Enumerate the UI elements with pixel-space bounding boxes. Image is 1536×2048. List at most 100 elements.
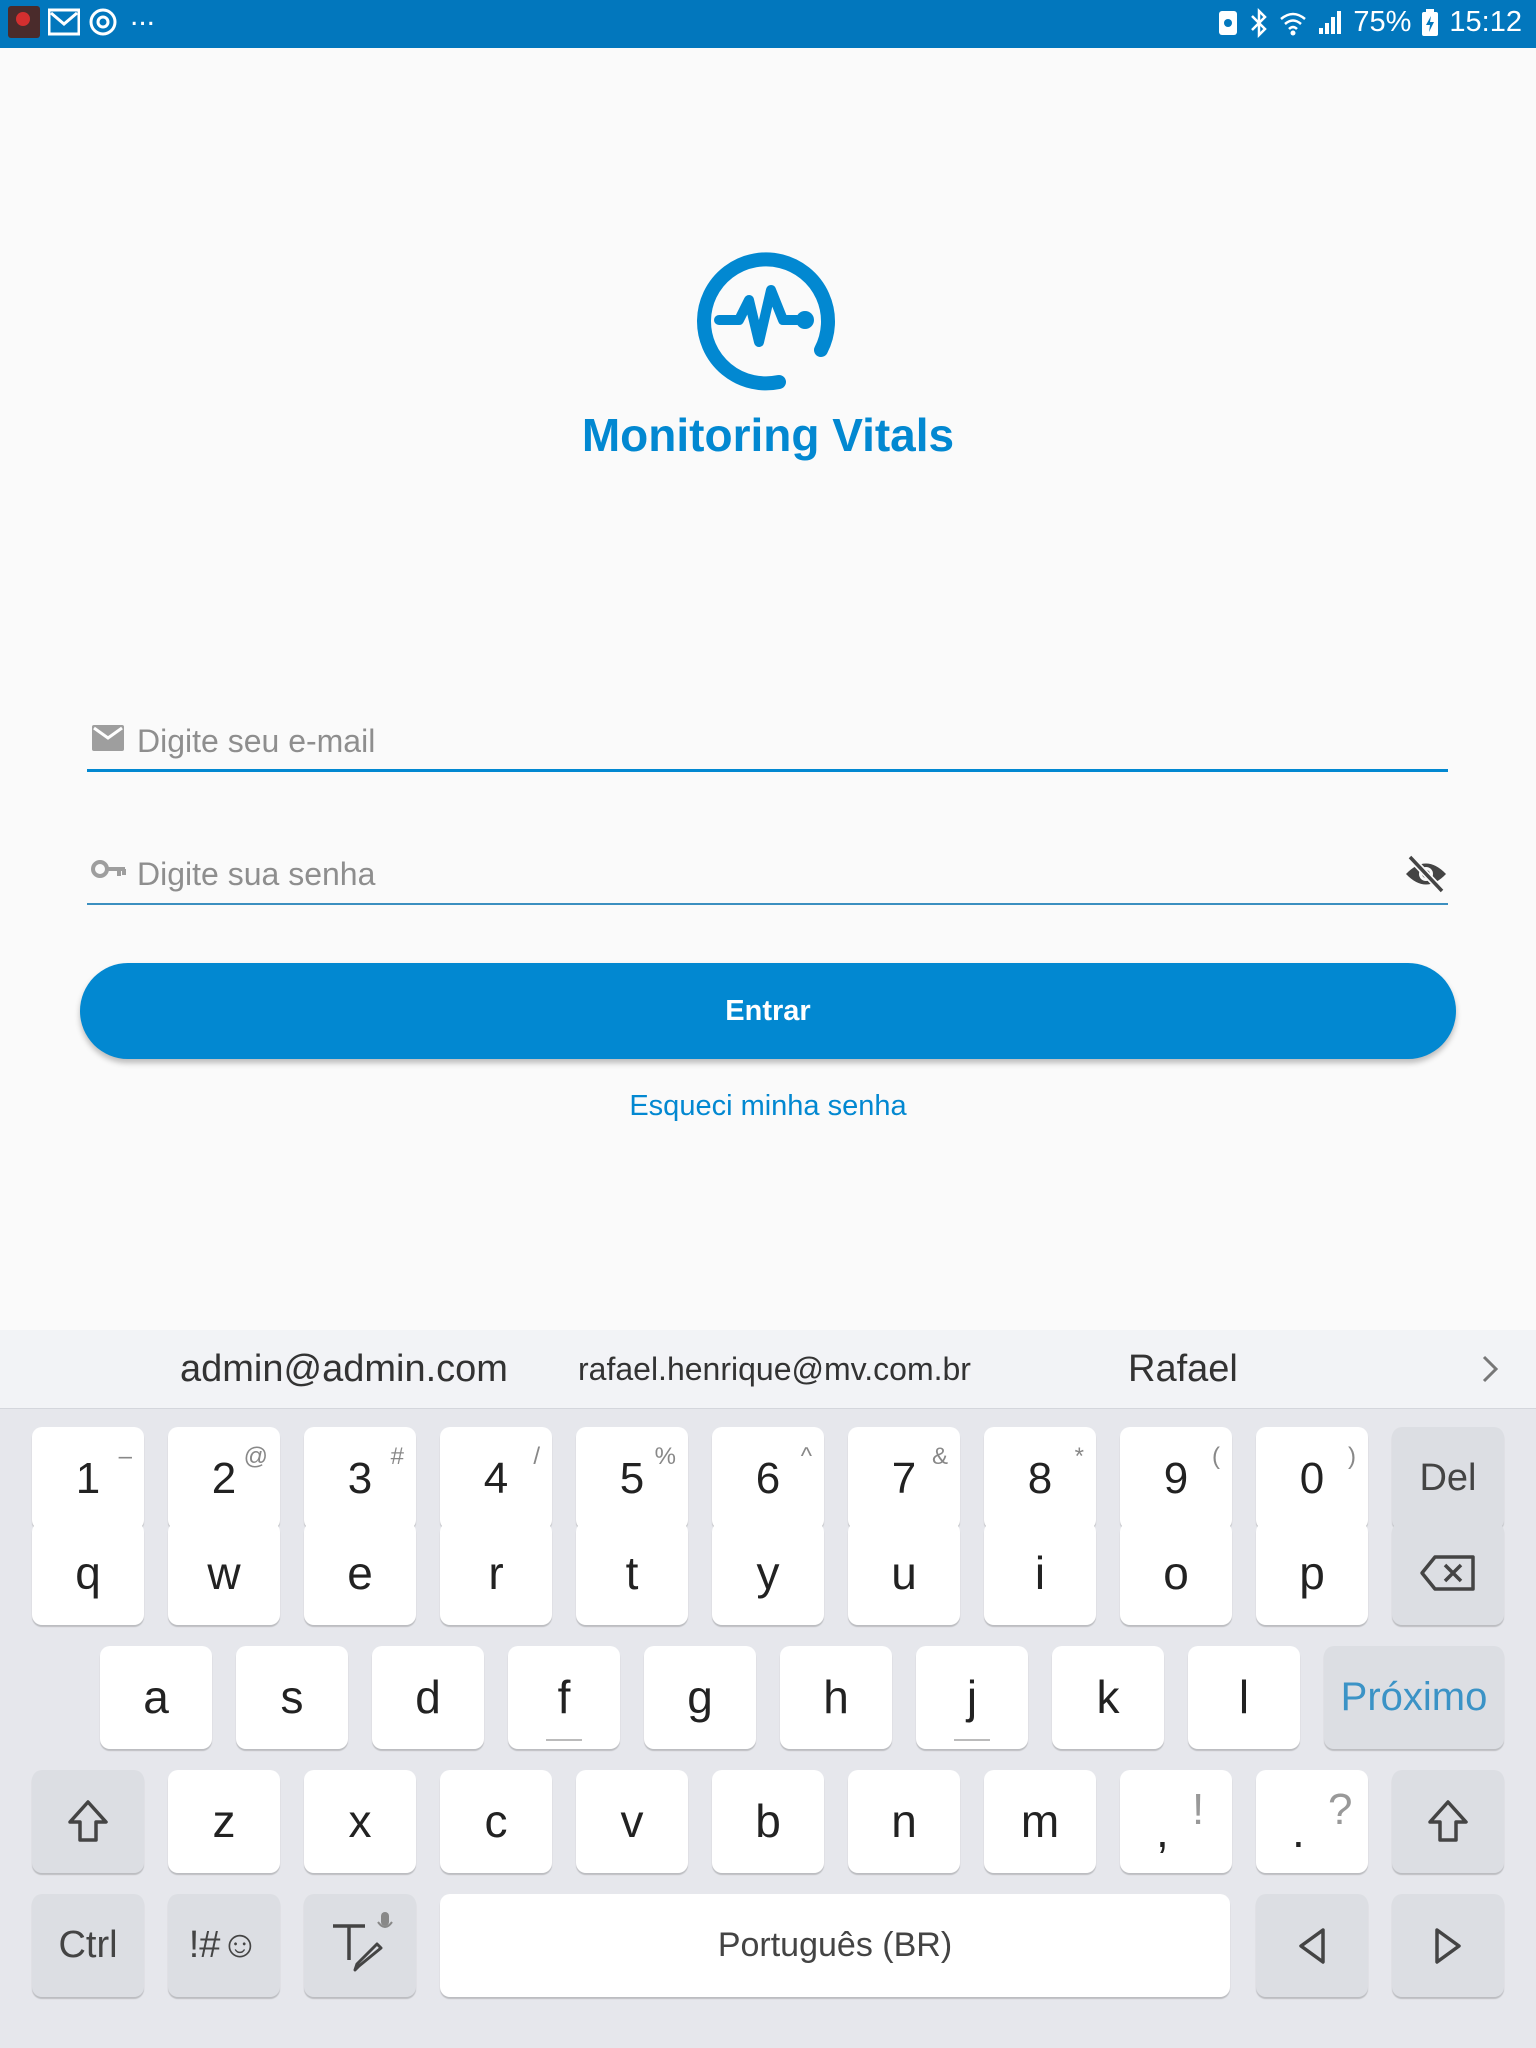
- cursor-right-key[interactable]: [1392, 1894, 1504, 1997]
- key-1[interactable]: 1–: [32, 1427, 144, 1530]
- key-v[interactable]: v: [576, 1770, 688, 1873]
- key-3[interactable]: 3 #: [304, 1427, 416, 1530]
- gmail-icon: [48, 8, 80, 36]
- vitals-logo-icon: [697, 252, 835, 391]
- email-field[interactable]: [87, 712, 1448, 772]
- del-key[interactable]: Del: [1392, 1427, 1504, 1530]
- app-logo: [0, 250, 1536, 397]
- shift-icon: [1428, 1800, 1468, 1842]
- key-alt: /: [533, 1443, 540, 1470]
- key-label: 1: [75, 1454, 101, 1503]
- sync-icon: [89, 8, 117, 36]
- suggestion-1[interactable]: admin@admin.com: [180, 1330, 508, 1408]
- password-input[interactable]: [135, 849, 1369, 899]
- key-m[interactable]: m: [984, 1770, 1096, 1873]
- key-y[interactable]: y: [712, 1522, 824, 1625]
- key-label: 3: [347, 1454, 373, 1503]
- key-e[interactable]: e: [304, 1522, 416, 1625]
- key-z[interactable]: z: [168, 1770, 280, 1873]
- key-a[interactable]: a: [100, 1646, 212, 1749]
- key-f[interactable]: f: [508, 1646, 620, 1749]
- suggestion-2[interactable]: rafael.henrique@mv.com.br: [578, 1330, 971, 1408]
- bluetooth-icon: [1251, 7, 1268, 38]
- key-label: 2: [211, 1454, 237, 1503]
- app-title: Monitoring Vitals: [581, 409, 955, 461]
- email-icon: [92, 725, 124, 751]
- handwriting-key[interactable]: [304, 1894, 416, 1997]
- key-t[interactable]: t: [576, 1522, 688, 1625]
- suggestion-bar: admin@admin.com rafael.henrique@mv.com.b…: [0, 1330, 1536, 1409]
- status-bar: ... 75% 15:12: [0, 0, 1536, 48]
- key-8[interactable]: 8 *: [984, 1427, 1096, 1530]
- key-x[interactable]: x: [304, 1770, 416, 1873]
- key-5[interactable]: 5%: [576, 1427, 688, 1530]
- battery-percent: 75%: [1353, 6, 1412, 38]
- key-7[interactable]: 7 &: [848, 1427, 960, 1530]
- key-w[interactable]: w: [168, 1522, 280, 1625]
- notification-icons: ...: [8, 1, 155, 38]
- key-alt: !: [1192, 1785, 1205, 1834]
- key-alt: &: [931, 1443, 948, 1470]
- key-b[interactable]: b: [712, 1770, 824, 1873]
- eye-off-icon[interactable]: [1404, 855, 1448, 893]
- key-d[interactable]: d: [372, 1646, 484, 1749]
- arrow-left-icon: [1299, 1928, 1325, 1964]
- key-comma[interactable]: ,!: [1120, 1770, 1232, 1873]
- key-alt: –: [118, 1443, 132, 1470]
- key-label: 7: [891, 1454, 917, 1503]
- key-l[interactable]: l: [1188, 1646, 1300, 1749]
- home-row-marker: [546, 1739, 582, 1741]
- system-icons: 75% 15:12: [1217, 6, 1522, 39]
- key-alt: ^: [800, 1443, 812, 1470]
- key-alt: #: [390, 1443, 404, 1470]
- key-2[interactable]: 2 @: [168, 1427, 280, 1530]
- key-g[interactable]: g: [644, 1646, 756, 1749]
- key-label: ,: [1156, 1805, 1169, 1857]
- backspace-icon: [1420, 1555, 1475, 1591]
- shift-right-key[interactable]: [1392, 1770, 1504, 1873]
- signal-icon: [1319, 10, 1342, 34]
- key-p[interactable]: p: [1256, 1522, 1368, 1625]
- key-q[interactable]: q: [32, 1522, 144, 1625]
- key-i[interactable]: i: [984, 1522, 1096, 1625]
- cursor-left-key[interactable]: [1256, 1894, 1368, 1997]
- key-4[interactable]: 4/: [440, 1427, 552, 1530]
- key-alt: (: [1212, 1443, 1220, 1470]
- key-n[interactable]: n: [848, 1770, 960, 1873]
- email-input[interactable]: [135, 716, 1369, 766]
- key-alt: ?: [1328, 1785, 1353, 1834]
- key-alt: *: [1074, 1443, 1084, 1470]
- key-s[interactable]: s: [236, 1646, 348, 1749]
- key-o[interactable]: o: [1120, 1522, 1232, 1625]
- password-field[interactable]: [87, 845, 1448, 905]
- next-key[interactable]: Próximo: [1324, 1646, 1504, 1749]
- backspace-key[interactable]: [1392, 1522, 1504, 1625]
- key-j[interactable]: j: [916, 1646, 1028, 1749]
- symbols-key[interactable]: !#☺: [168, 1894, 280, 1997]
- key-h[interactable]: h: [780, 1646, 892, 1749]
- key-label: 6: [755, 1454, 781, 1503]
- key-9[interactable]: 9(: [1120, 1427, 1232, 1530]
- key-r[interactable]: r: [440, 1522, 552, 1625]
- forgot-password-link[interactable]: Esqueci minha senha: [0, 1090, 1536, 1123]
- key-label: 9: [1163, 1454, 1189, 1503]
- wifi-icon: [1280, 12, 1307, 35]
- shift-icon: [68, 1800, 108, 1842]
- chevron-right-icon[interactable]: [1480, 1354, 1500, 1384]
- key-u[interactable]: u: [848, 1522, 960, 1625]
- key-label: j: [966, 1671, 978, 1723]
- key-c[interactable]: c: [440, 1770, 552, 1873]
- ctrl-key[interactable]: Ctrl: [32, 1894, 144, 1997]
- key-6[interactable]: 6 ^: [712, 1427, 824, 1530]
- shift-left-key[interactable]: [32, 1770, 144, 1873]
- space-key[interactable]: Português (BR): [440, 1894, 1230, 1997]
- suggestion-3[interactable]: Rafael: [1128, 1330, 1238, 1408]
- handwriting-icon: [333, 1912, 393, 1972]
- login-button[interactable]: Entrar: [80, 963, 1456, 1059]
- key-period[interactable]: .?: [1256, 1770, 1368, 1873]
- clock: 15:12: [1449, 6, 1522, 38]
- key-label: .: [1292, 1805, 1305, 1857]
- key-label: 8: [1027, 1454, 1053, 1503]
- key-k[interactable]: k: [1052, 1646, 1164, 1749]
- key-0[interactable]: 0): [1256, 1427, 1368, 1530]
